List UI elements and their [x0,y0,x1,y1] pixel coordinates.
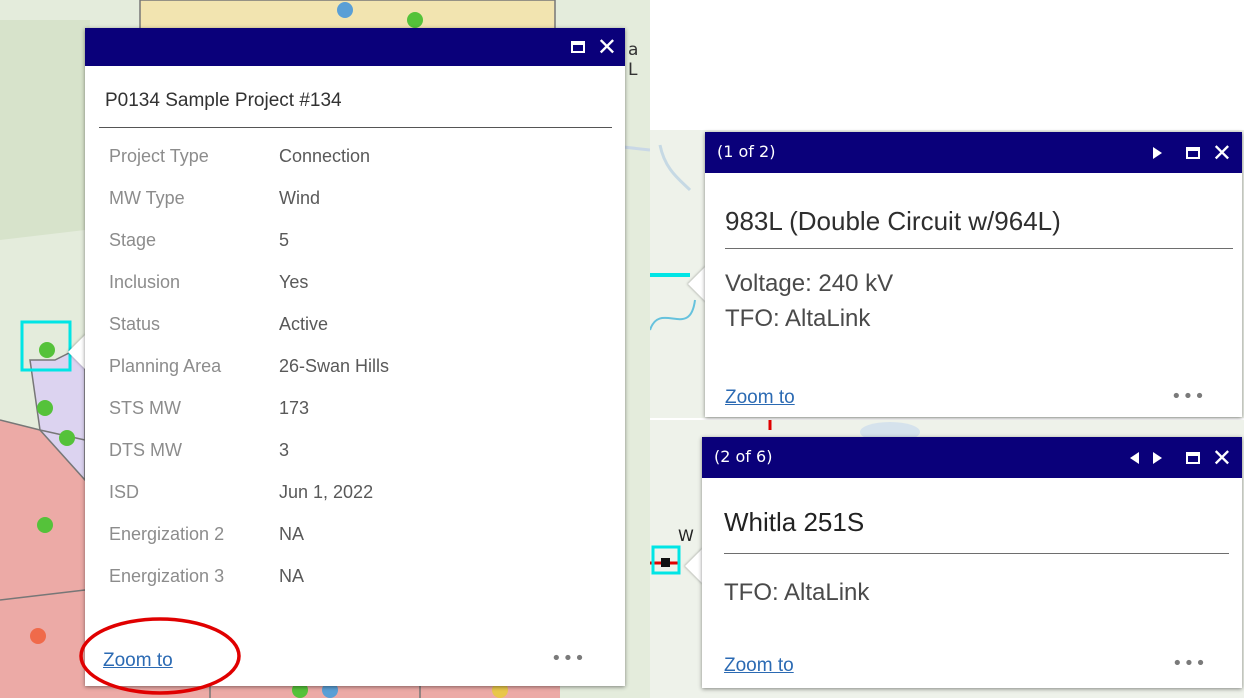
feature-count: (1 of 2) [717,142,776,161]
attribute-label: Planning Area [109,356,222,376]
attribute-value: 26-Swan Hills [279,356,390,376]
previous-icon[interactable] [1129,451,1139,464]
attribute-label: ISD [109,482,140,502]
popup-pointer [685,548,703,584]
more-icon[interactable]: ••• [1172,653,1207,674]
attribute-row: MW Type Wind [109,188,320,209]
substation-popup: (2 of 6) ✕ Whitla 251S TFO: AltaLink Zoo… [702,437,1242,688]
title-divider [99,127,612,128]
title-divider [725,248,1233,249]
attribute-value: 3 [279,440,290,460]
attribute-label: MW Type [109,188,185,208]
attribute-label: DTS MW [109,440,182,460]
attribute-label: Inclusion [109,272,181,292]
attribute-value: NA [279,524,305,544]
popup-pointer [68,334,86,370]
title-divider [724,553,1229,554]
feature-count: (2 of 6) [714,447,773,466]
attribute-row: ISD Jun 1, 2022 [109,482,373,503]
attribute-label: Project Type [109,146,209,166]
attribute-value: NA [279,566,305,586]
attribute-row: STS MW 173 [109,398,309,419]
map-label: W [678,526,694,545]
attribute-value: 173 [279,398,310,418]
attribute-value: Jun 1, 2022 [279,482,374,502]
attribute-value: Active [279,314,329,334]
attribute-label: Stage [109,230,157,250]
project-popup: ✕ P0134 Sample Project #134 Project Type… [85,28,625,686]
popup-title: P0134 Sample Project #134 [105,90,342,111]
attribute-row: Energization 3 NA [109,566,304,587]
more-icon[interactable]: ••• [551,648,586,669]
popup-pointer [688,266,706,302]
close-icon[interactable]: ✕ [1212,446,1232,470]
maximize-icon[interactable] [1185,451,1200,464]
map-label: a L [628,40,639,80]
content-line: TFO: AltaLink [724,579,870,606]
attribute-row: Energization 2 NA [109,524,304,545]
attribute-row: Inclusion Yes [109,272,308,293]
annotation-ellipse [79,617,241,695]
popup-header: (1 of 2) ✕ [705,132,1242,173]
more-icon[interactable]: ••• [1171,386,1206,407]
popup-header: (2 of 6) ✕ [702,437,1242,478]
maximize-icon[interactable] [1185,146,1200,159]
content-line: Voltage: 240 kV [725,270,894,297]
attribute-value: Wind [279,188,321,208]
attribute-value: Yes [279,272,309,292]
attribute-row: Status Active [109,314,328,335]
popup-header: ✕ [85,28,625,66]
popup-title: 983L (Double Circuit w/964L) [725,206,1061,236]
close-icon[interactable]: ✕ [1212,141,1232,165]
attribute-label: Energization 3 [109,566,225,586]
maximize-icon[interactable] [570,41,585,53]
close-icon[interactable]: ✕ [597,35,617,59]
next-icon[interactable] [1152,146,1162,159]
attribute-row: DTS MW 3 [109,440,289,461]
attribute-label: STS MW [109,398,181,418]
attribute-value: Connection [279,146,371,166]
attribute-value: 5 [279,230,290,250]
attribute-label: Energization 2 [109,524,225,544]
attribute-row: Project Type Connection [109,146,370,167]
popup-title: Whitla 251S [724,507,865,537]
zoom-to-link[interactable]: Zoom to [725,387,795,409]
next-icon[interactable] [1152,451,1162,464]
attribute-row: Stage 5 [109,230,289,251]
attribute-row: Planning Area 26-Swan Hills [109,356,389,377]
attribute-label: Status [109,314,161,334]
content-line: TFO: AltaLink [725,305,871,332]
line-popup: (1 of 2) ✕ 983L (Double Circuit w/964L) … [705,132,1242,417]
zoom-to-link[interactable]: Zoom to [724,655,794,677]
